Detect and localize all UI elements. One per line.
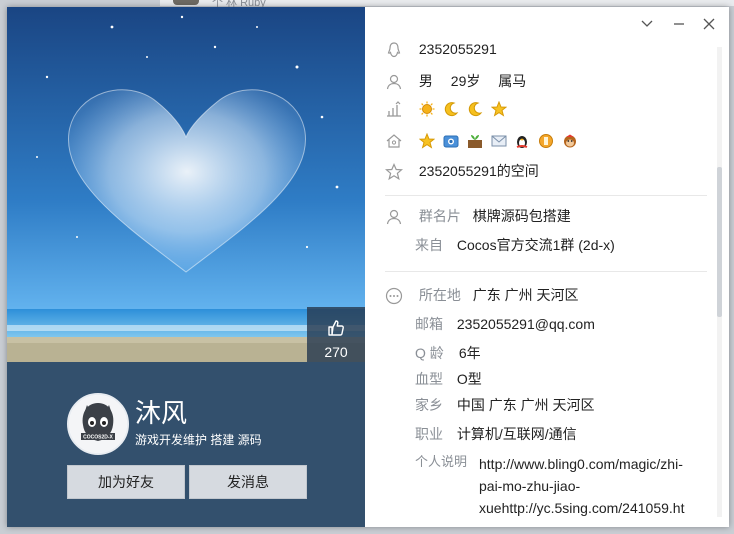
more-icon	[385, 288, 403, 305]
qzone-row[interactable]: 2352055291的空间	[385, 161, 539, 181]
divider	[385, 195, 707, 196]
profile-cover-panel: 270 COCOS2D-X 沐风 游戏开发维护 搭建 源码 加为好友 发消息	[7, 7, 365, 527]
qage-label: Q 龄	[415, 345, 444, 361]
bio-line: pai-mo-zhu-jiao-	[479, 478, 581, 494]
blood-label: 血型	[415, 371, 443, 387]
avatar[interactable]: COCOS2D-X	[67, 393, 129, 455]
blood-value: O型	[456, 371, 482, 387]
penguin-outline-icon	[387, 42, 401, 58]
camera-icon[interactable]	[443, 133, 459, 149]
bio-line: xuehttp://yc.5sing.com/241059.ht	[479, 500, 685, 516]
person-icon	[386, 75, 402, 90]
signature: 游戏开发维护 搭建 源码	[135, 433, 262, 447]
zodiac: 属马	[498, 73, 527, 89]
person-icon	[386, 210, 402, 225]
chevron-down-icon	[641, 20, 653, 27]
basic-info-row: 男 29岁 属马	[385, 71, 526, 91]
group-from-value[interactable]: Cocos官方交流1群 (2d-x)	[457, 237, 615, 253]
like-count: 270	[324, 344, 348, 360]
qage-row: Q 龄 6年	[415, 343, 481, 363]
like-button[interactable]: 270	[307, 307, 365, 362]
farm-icon[interactable]	[467, 133, 483, 149]
level-row	[385, 100, 511, 118]
email-label: 邮箱	[415, 316, 443, 332]
group-from-label: 来自	[415, 237, 443, 253]
coin-icon[interactable]	[538, 133, 554, 149]
moon-icon[interactable]	[467, 101, 483, 117]
group-card-value: 棋牌源码包搭建	[472, 208, 571, 224]
send-message-button[interactable]: 发消息	[189, 465, 307, 499]
age: 29岁	[450, 73, 481, 89]
thumbs-up-icon	[328, 320, 344, 336]
star-icon[interactable]	[490, 101, 507, 117]
email-value[interactable]: 2352055291@qq.com	[457, 316, 595, 332]
hometown-row: 家乡 中国 广东 广州 天河区	[415, 395, 595, 415]
bio-label: 个人说明	[415, 454, 468, 469]
job-row: 职业 计算机/互联网/通信	[415, 424, 577, 444]
blood-row: 血型 O型	[415, 369, 482, 389]
hometown-value: 中国 广东 广州 天河区	[456, 397, 595, 413]
penguin-icon[interactable]	[514, 133, 530, 149]
add-friend-button[interactable]: 加为好友	[67, 465, 185, 499]
profile-card: 270 COCOS2D-X 沐风 游戏开发维护 搭建 源码 加为好友 发消息 2…	[7, 7, 729, 527]
home-icon	[386, 134, 402, 148]
level-chart-icon	[387, 101, 401, 117]
moon-icon[interactable]	[443, 101, 459, 117]
location-row: 所在地 广东 广州 天河区	[385, 285, 579, 305]
close-icon	[703, 18, 715, 30]
bio-label-row: 个人说明	[415, 451, 467, 470]
minimize-button[interactable]	[671, 17, 687, 33]
svg-text:COCOS2D-X: COCOS2D-X	[83, 435, 113, 441]
group-card-label: 群名片	[418, 208, 461, 224]
sun-icon[interactable]	[419, 101, 435, 117]
profile-info-panel: 2352055291 男 29岁 属马 2352055291的空间 群名片 棋牌…	[365, 7, 729, 527]
location-value: 广东 广州 天河区	[472, 287, 579, 303]
group-from-row: 来自 Cocos官方交流1群 (2d-x)	[415, 235, 615, 255]
dropdown-button[interactable]	[639, 17, 655, 33]
monkey-icon[interactable]	[562, 133, 578, 149]
location-label: 所在地	[418, 287, 461, 303]
job-value: 计算机/互联网/通信	[456, 426, 577, 442]
qq-number-row: 2352055291	[385, 41, 497, 59]
services-row	[385, 132, 582, 150]
qzone-link[interactable]: 2352055291的空间	[419, 163, 539, 179]
nickname: 沐风	[135, 398, 188, 428]
star-outline-icon	[385, 163, 403, 181]
scrollbar-thumb[interactable]	[717, 167, 722, 317]
email-row: 邮箱 2352055291@qq.com	[415, 314, 595, 334]
qage-value: 6年	[458, 345, 481, 361]
bio-value: http://www.bling0.com/magic/zhi- pai-mo-…	[479, 453, 684, 519]
gender: 男	[418, 73, 433, 89]
background-avatar	[173, 0, 199, 5]
minimize-icon	[674, 23, 684, 25]
job-label: 职业	[415, 426, 443, 442]
star-icon[interactable]	[418, 133, 435, 149]
divider	[385, 271, 707, 272]
mail-icon[interactable]	[491, 133, 507, 149]
hometown-label: 家乡	[415, 397, 443, 413]
bio-line: http://www.bling0.com/magic/zhi-	[479, 456, 683, 472]
qq-number: 2352055291	[418, 41, 497, 57]
close-button[interactable]	[701, 17, 717, 33]
group-card-row: 群名片 棋牌源码包搭建	[385, 206, 571, 226]
cocos-logo-icon: COCOS2D-X	[69, 395, 127, 453]
